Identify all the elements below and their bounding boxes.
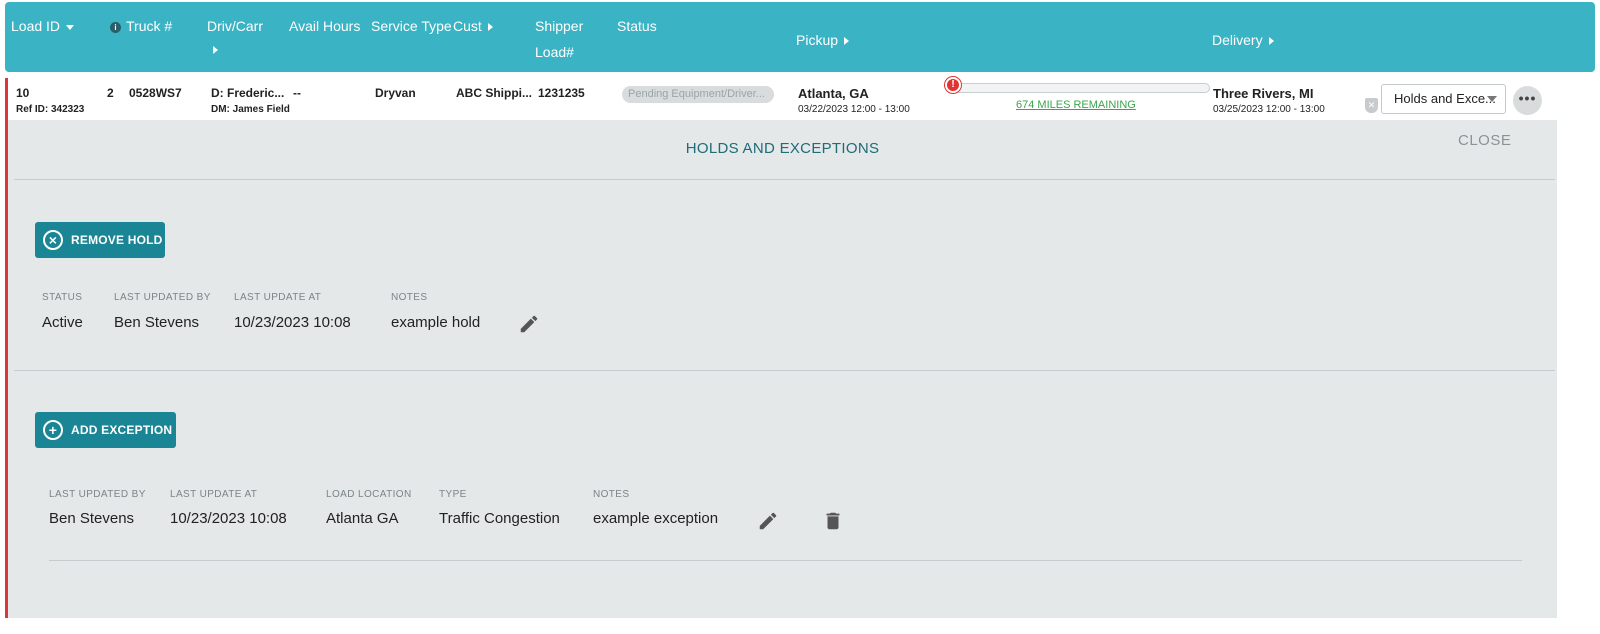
close-button[interactable]: CLOSE — [1458, 132, 1511, 149]
exception-type-value: Traffic Congestion — [439, 510, 560, 527]
header-driv-carr[interactable]: Driv/Carr — [207, 17, 263, 55]
header-cust-label: Cust — [453, 18, 482, 34]
miles-remaining-link[interactable]: 674 MILES REMAINING — [1016, 99, 1136, 111]
chevron-right-icon — [213, 46, 218, 55]
exception-update-at-value: 10/23/2023 10:08 — [170, 510, 287, 527]
header-load-id-label: Load ID — [11, 18, 61, 34]
pencil-icon[interactable] — [757, 510, 779, 532]
header-delivery-label: Delivery — [1212, 32, 1263, 48]
delivery-time: 03/25/2023 12:00 - 13:00 — [1213, 104, 1325, 115]
header-load-id[interactable]: Load ID — [11, 17, 75, 35]
hold-notes-value: example hold — [391, 314, 481, 331]
dm-value: DM: James Field — [211, 104, 290, 115]
header-shipper-label: Shipper — [535, 18, 584, 34]
holds-select-value: Holds and Exce... — [1394, 91, 1496, 106]
status-badge: Pending Equipment/Driver... — [622, 86, 774, 103]
remove-hold-button[interactable]: × REMOVE HOLD — [35, 222, 165, 258]
exception-type-label: TYPE — [439, 489, 467, 500]
header-load-num-label: Load# — [535, 44, 574, 60]
pencil-icon[interactable] — [518, 313, 540, 335]
header-pickup-label: Pickup — [796, 32, 839, 48]
divider — [14, 179, 1555, 180]
hold-update-at-value: 10/23/2023 10:08 — [234, 314, 351, 331]
hold-update-at-label: LAST UPDATE AT — [234, 292, 322, 303]
header-cust[interactable]: Cust — [453, 17, 493, 35]
exception-location-label: LOAD LOCATION — [326, 489, 412, 500]
header-truck[interactable]: Truck # — [126, 17, 172, 35]
avail-hours-value: -- — [293, 86, 301, 100]
alert-icon[interactable]: ! — [945, 77, 961, 93]
count-value: 2 — [107, 86, 114, 100]
pickup-city: Atlanta, GA — [798, 86, 869, 101]
chevron-right-icon — [1268, 37, 1274, 46]
divider — [49, 560, 1522, 561]
hold-updated-by-label: LAST UPDATED BY — [114, 292, 211, 303]
driver-value[interactable]: D: Frederic... — [211, 86, 284, 100]
header-status[interactable]: Status — [617, 17, 657, 35]
header-driv-carr-label: Driv/Carr — [207, 18, 263, 34]
hold-status-value: Active — [42, 314, 83, 331]
shield-icon: ✕ — [1365, 98, 1378, 113]
pickup-time: 03/22/2023 12:00 - 13:00 — [798, 104, 910, 115]
ref-id-value: Ref ID: 342323 — [16, 104, 85, 115]
plus-circle-icon: + — [43, 420, 63, 440]
exception-notes-label: NOTES — [593, 489, 630, 500]
delivery-city: Three Rivers, MI — [1213, 86, 1314, 101]
header-delivery[interactable]: Delivery — [1212, 31, 1274, 49]
hold-updated-by-value: Ben Stevens — [114, 314, 200, 331]
table-row[interactable]: 10 Ref ID: 342323 2 0528WS7 D: Frederic.… — [8, 77, 1557, 120]
chevron-right-icon — [844, 37, 850, 46]
service-type-value: Dryvan — [375, 86, 416, 100]
header-shipper-load[interactable]: Shipper Load# — [535, 17, 583, 61]
exception-update-at-label: LAST UPDATE AT — [170, 489, 258, 500]
exception-updated-by-value: Ben Stevens — [49, 510, 135, 527]
divider — [14, 370, 1555, 371]
truck-value[interactable]: 0528WS7 — [129, 86, 182, 100]
header-pickup[interactable]: Pickup — [796, 31, 850, 49]
hold-notes-label: NOTES — [391, 292, 428, 303]
remove-hold-label: REMOVE HOLD — [71, 233, 163, 247]
exception-notes-value: example exception — [593, 510, 719, 527]
header-service-type[interactable]: Service Type — [371, 17, 452, 35]
chevron-down-icon — [66, 24, 75, 30]
header-avail-hours[interactable]: Avail Hours — [289, 17, 360, 35]
chevron-right-icon — [487, 23, 493, 32]
close-circle-icon: × — [43, 230, 63, 250]
shipper-load-value: 1231235 — [538, 86, 585, 100]
route-progress-bar — [948, 83, 1210, 93]
table-header: Load ID i Truck # Driv/Carr Avail Hours … — [5, 2, 1595, 72]
page-title: HOLDS AND EXCEPTIONS — [685, 140, 880, 157]
chevron-down-icon — [1487, 96, 1497, 102]
load-id-value: 10 — [16, 86, 30, 100]
more-icon[interactable]: ••• — [1513, 86, 1542, 115]
exception-location-value: Atlanta GA — [326, 510, 399, 527]
exception-updated-by-label: LAST UPDATED BY — [49, 489, 146, 500]
trash-icon[interactable] — [822, 510, 844, 532]
info-icon[interactable]: i — [110, 22, 121, 33]
customer-value[interactable]: ABC Shippi... — [456, 86, 532, 100]
add-exception-button[interactable]: + ADD EXCEPTION — [35, 412, 176, 448]
add-exception-label: ADD EXCEPTION — [71, 423, 173, 437]
holds-exceptions-select[interactable]: Holds and Exce... — [1381, 84, 1506, 114]
load-detail-panel: 10 Ref ID: 342323 2 0528WS7 D: Frederic.… — [5, 77, 1557, 618]
hold-status-label: STATUS — [42, 292, 83, 303]
